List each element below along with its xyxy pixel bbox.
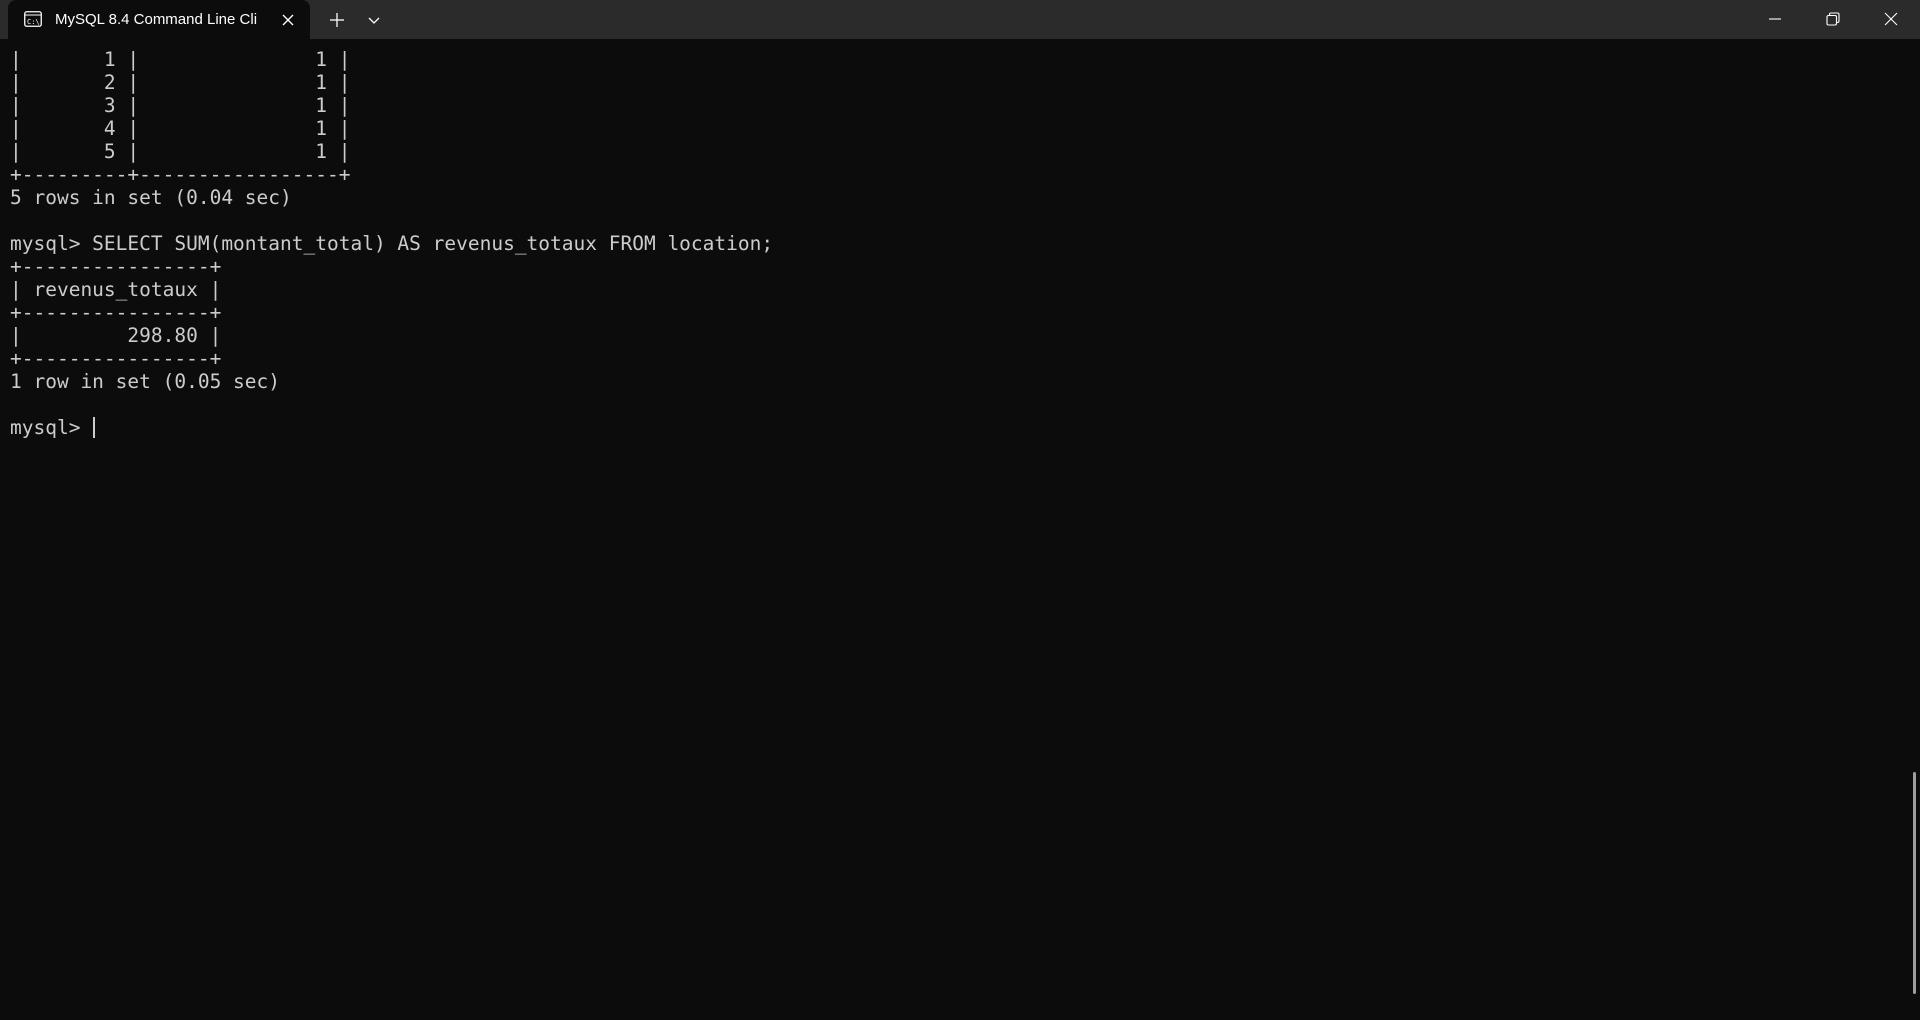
close-icon[interactable] [278, 10, 298, 30]
restore-button[interactable] [1804, 0, 1862, 39]
minimize-icon [1769, 18, 1781, 20]
title-bar: C:\ MySQL 8.4 Command Line Cli [0, 0, 1920, 39]
terminal-line: | 5 | 1 | [10, 140, 351, 163]
plus-icon[interactable] [325, 8, 349, 32]
terminal-tab[interactable]: C:\ MySQL 8.4 Command Line Cli [8, 0, 310, 39]
terminal-output[interactable]: | 1 | 1 | | 2 | 1 | | 3 | 1 | | 4 | 1 | | 5 … [0, 39, 1910, 1020]
terminal-line: | revenus_totaux | [10, 278, 222, 301]
restore-icon [1826, 12, 1840, 26]
terminal-line: +----------------+ [10, 347, 222, 370]
terminal-line: mysql> SELECT SUM(montant_total) AS reve… [10, 232, 774, 255]
terminal-line: 5 rows in set (0.04 sec) [10, 186, 292, 209]
scrollbar[interactable] [1910, 39, 1920, 1020]
close-window-icon [1884, 12, 1898, 26]
terminal-text: | 1 | 1 | | 2 | 1 | | 3 | 1 | | 4 | 1 | | 5 … [10, 48, 773, 439]
svg-text:C:\: C:\ [27, 18, 40, 26]
scrollbar-thumb[interactable] [1913, 772, 1916, 994]
terminal-line: +----------------+ [10, 301, 222, 324]
tab-title: MySQL 8.4 Command Line Cli [55, 11, 258, 28]
mysql-prompt: mysql> [10, 416, 93, 439]
terminal-line: | 298.80 | [10, 324, 222, 347]
terminal-line: | 4 | 1 | [10, 117, 351, 140]
text-cursor [93, 417, 96, 438]
terminal-line: | 3 | 1 | [10, 94, 351, 117]
close-window-button[interactable] [1862, 0, 1920, 39]
chevron-down-icon[interactable] [362, 8, 386, 32]
terminal-line: | 2 | 1 | [10, 71, 351, 94]
minimize-button[interactable] [1746, 0, 1804, 39]
terminal-line: +---------+-----------------+ [10, 163, 351, 186]
terminal-line: +----------------+ [10, 255, 222, 278]
terminal-icon: C:\ [24, 11, 42, 27]
terminal-line: 1 row in set (0.05 sec) [10, 370, 281, 393]
prompt-line[interactable]: mysql> [10, 416, 773, 439]
terminal-line: | 1 | 1 | [10, 48, 351, 71]
